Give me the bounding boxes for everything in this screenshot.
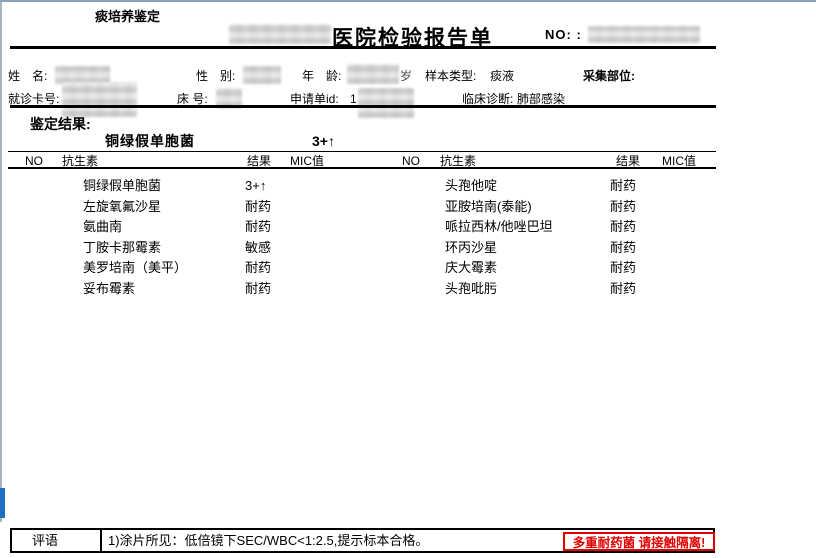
name-label: 姓 名: [8,70,47,82]
col-header-mic-right: MIC值 [662,155,696,167]
antibiotic-name: 亚胺培南(泰能) [445,200,532,213]
antibiotic-name: 头孢吡肟 [445,282,497,295]
redacted-gender [243,66,281,84]
col-header-antibiotic-left: 抗生素 [62,155,98,167]
antibiotic-name: 环丙沙星 [445,241,497,254]
antibiotic-result: 耐药 [245,220,271,233]
comment-label: 评语 [32,534,58,547]
col-header-result-left: 结果 [247,155,271,167]
diagnosis-label: 临床诊断: [462,93,513,105]
diagnosis-value: 肺部感染 [517,93,565,105]
antibiotic-name: 妥布霉素 [83,282,135,295]
antibiotic-result: 耐药 [610,282,636,295]
age-label: 年 龄: [302,70,341,82]
report-no-label: NO: : [545,28,582,41]
antibiotic-result: 耐药 [245,261,271,274]
antibiotic-name: 哌拉西林/他唑巴坦 [445,220,553,233]
collection-site-label: 采集部位: [583,70,635,82]
antibiotic-result: 耐药 [610,220,636,233]
col-header-no-left: NO [25,155,43,167]
antibiotic-result: 耐药 [245,282,271,295]
antibiotic-result: 耐药 [245,200,271,213]
age-unit: 岁 [400,70,412,82]
antibiotic-name: 氨曲南 [83,220,122,233]
gender-label: 性 别: [196,70,235,82]
table-top-rule [8,151,716,152]
bed-no-label: 床 号: [177,93,208,105]
antibiotic-name: 头孢他啶 [445,179,497,192]
comment-text: 1)涂片所见：低倍镜下SEC/WBC<1:2.5,提示标本合格。 [108,534,428,547]
redacted-age [347,64,399,84]
redacted-report-no [588,26,700,43]
report-type-label: 痰培养鉴定 [95,10,160,23]
redacted-request-id [358,88,414,118]
window-left-border [0,2,2,522]
col-header-mic-left: MIC值 [290,155,324,167]
request-id-label: 申请单id: [290,93,339,105]
patient-info-rule [10,105,716,108]
organism-name: 铜绿假单胞菌 [105,134,195,148]
redacted-card-no [62,82,137,117]
organism-growth: 3+↑ [312,134,335,148]
sample-type-label: 样本类型: [425,70,476,82]
col-header-result-right: 结果 [616,155,640,167]
antibiotic-name: 丁胺卡那霉素 [83,241,161,254]
antibiotic-result: 耐药 [610,200,636,213]
antibiotic-result: 敏感 [245,241,271,254]
scrollbar-thumb[interactable] [0,488,5,518]
antibiotic-name: 铜绿假单胞菌 [83,179,161,192]
mdr-warning-text: 多重耐药菌 请接触隔离! [573,532,706,551]
antibiotic-name: 左旋氧氟沙星 [83,200,161,213]
table-header-rule [8,167,716,169]
sample-type-value: 痰液 [490,70,514,82]
antibiotic-result: 3+↑ [245,179,266,192]
lab-report-window: 痰培养鉴定 医院检验报告单 NO: : 姓 名: 性 别: 年 龄: 岁 样本类… [0,0,816,558]
antibiotic-result: 耐药 [610,261,636,274]
identification-section-label: 鉴定结果: [30,117,91,131]
header-rule [10,46,716,49]
card-no-label: 就诊卡号: [8,93,59,105]
antibiotic-result: 耐药 [610,179,636,192]
window-top-border [0,0,816,2]
col-header-antibiotic-right: 抗生素 [440,155,476,167]
antibiotic-result: 耐药 [610,241,636,254]
redacted-hospital-name [229,24,331,44]
antibiotic-name: 庆大霉素 [445,261,497,274]
comment-box-divider [100,528,102,553]
col-header-no-right: NO [402,155,420,167]
antibiotic-name: 美罗培南（美平） [83,261,187,274]
mdr-warning-box: 多重耐药菌 请接触隔离! [563,532,715,551]
request-id-value: 1 [350,93,357,105]
